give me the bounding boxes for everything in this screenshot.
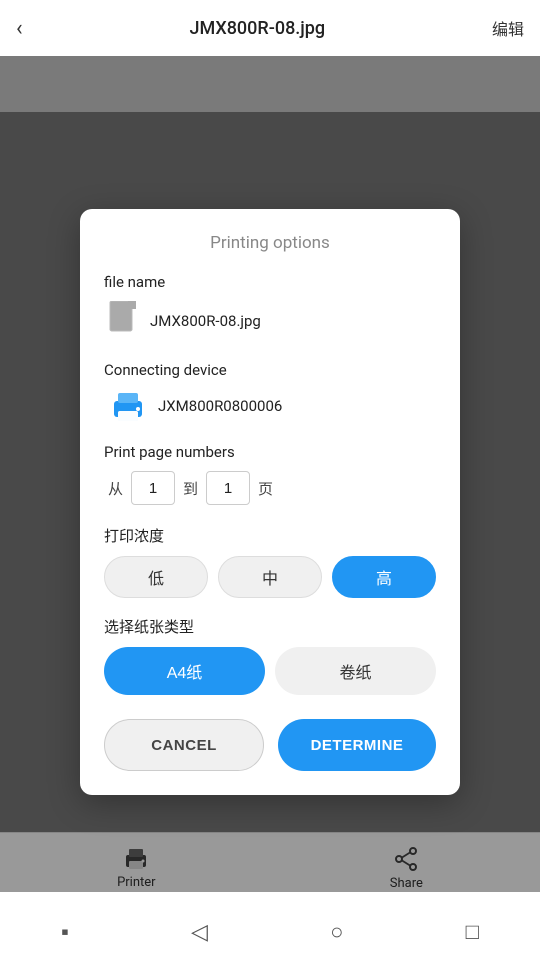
- nav-recent-icon[interactable]: □: [466, 919, 479, 945]
- file-name-value: JMX800R-08.jpg: [150, 312, 261, 330]
- modal-overlay: Printing options file name JMX800R-08.jp…: [0, 112, 540, 892]
- device-name-value: JXM800R0800006: [158, 397, 282, 415]
- device-row: JXM800R0800006: [104, 389, 436, 423]
- back-button[interactable]: ‹: [16, 16, 23, 41]
- dialog-title: Printing options: [104, 233, 436, 253]
- action-buttons: CANCEL DETERMINE: [104, 719, 436, 771]
- page-numbers-row: 从 到 页: [104, 471, 436, 505]
- image-area: Printing options file name JMX800R-08.jp…: [0, 56, 540, 836]
- paper-roll-button[interactable]: 卷纸: [275, 647, 436, 695]
- connecting-device-label: Connecting device: [104, 361, 436, 379]
- page-suffix-label: 页: [258, 478, 273, 499]
- page-from-label: 从: [108, 478, 123, 499]
- nav-back-icon[interactable]: ◁: [191, 920, 208, 945]
- paper-type-buttons: A4纸 卷纸: [104, 647, 436, 695]
- page-to-label: 到: [183, 478, 198, 499]
- edit-button[interactable]: 编辑: [492, 16, 524, 40]
- cancel-button[interactable]: CANCEL: [104, 719, 264, 771]
- printing-options-dialog: Printing options file name JMX800R-08.jp…: [80, 209, 460, 795]
- page-title: JMX800R-08.jpg: [189, 18, 325, 39]
- print-page-numbers-label: Print page numbers: [104, 443, 436, 461]
- determine-button[interactable]: DETERMINE: [278, 719, 436, 771]
- top-bar: ‹ JMX800R-08.jpg 编辑: [0, 0, 540, 56]
- density-section: 打印浓度 低 中 高: [104, 525, 436, 598]
- page-from-input[interactable]: [131, 471, 175, 505]
- density-mid-button[interactable]: 中: [218, 556, 322, 598]
- nav-home-icon[interactable]: ○: [330, 919, 343, 945]
- density-low-button[interactable]: 低: [104, 556, 208, 598]
- density-high-button[interactable]: 高: [332, 556, 436, 598]
- paper-a4-button[interactable]: A4纸: [104, 647, 265, 695]
- paper-type-label: 选择纸张类型: [104, 616, 436, 637]
- density-label: 打印浓度: [104, 525, 436, 546]
- file-name-row: JMX800R-08.jpg: [104, 301, 436, 341]
- nav-square-icon[interactable]: ▪: [61, 919, 69, 945]
- nav-bar: ▪ ◁ ○ □: [0, 904, 540, 960]
- printer-icon: [108, 389, 148, 423]
- file-icon: [108, 301, 140, 341]
- page-to-input[interactable]: [206, 471, 250, 505]
- paper-type-section: 选择纸张类型 A4纸 卷纸: [104, 616, 436, 695]
- file-name-label: file name: [104, 273, 436, 291]
- density-buttons: 低 中 高: [104, 556, 436, 598]
